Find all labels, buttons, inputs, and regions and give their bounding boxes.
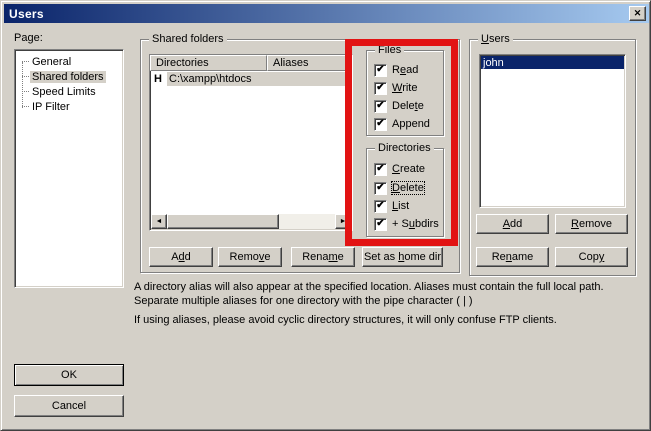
directory-row[interactable]: H C:\xampp\htdocs <box>150 71 352 86</box>
users-add-button[interactable]: Add <box>476 214 549 234</box>
check-icon: ✔ <box>376 183 384 193</box>
page-item-ip-filter[interactable]: IP Filter <box>15 99 123 114</box>
page-item-shared-folders[interactable]: Shared folders <box>15 69 123 84</box>
check-icon: ✔ <box>376 164 384 174</box>
check-icon: ✔ <box>376 83 384 93</box>
checkbox-box: ✔ <box>374 118 387 131</box>
home-directory-marker: H <box>154 73 167 85</box>
check-icon: ✔ <box>376 219 384 229</box>
user-row-john[interactable]: john <box>481 56 624 69</box>
check-icon: ✔ <box>376 65 384 75</box>
tree-stub <box>22 61 29 62</box>
directories-list-header: Directories Aliases <box>150 55 352 71</box>
window-title: Users <box>9 7 44 21</box>
checkbox-files-write[interactable]: ✔ Write <box>374 81 417 95</box>
checkbox-files-read[interactable]: ✔ Read <box>374 63 418 77</box>
shared-add-button[interactable]: Add <box>149 247 213 267</box>
alias-note-2: If using aliases, please avoid cyclic di… <box>134 313 639 327</box>
close-button[interactable]: ✕ <box>629 6 646 21</box>
scroll-right-button[interactable]: ► <box>335 214 351 229</box>
alias-note-1: A directory alias will also appear at th… <box>134 280 639 308</box>
files-permissions-group: Files ✔ Read ✔ Write ✔ Delete ✔ Append <box>366 50 444 136</box>
users-rename-button[interactable]: Rename <box>476 247 549 267</box>
checkbox-box: ✔ <box>374 182 387 195</box>
close-icon: ✕ <box>634 9 642 18</box>
set-as-home-dir-button[interactable]: Set as home dir <box>362 247 443 267</box>
check-icon: ✔ <box>376 201 384 211</box>
check-icon: ✔ <box>376 119 384 129</box>
users-remove-button[interactable]: Remove <box>555 214 628 234</box>
users-dialog: Users ✕ Page: General Shared folders Spe… <box>0 0 651 431</box>
page-label: Page: <box>14 32 43 44</box>
directories-group-label: Directories <box>375 142 434 154</box>
checkbox-box: ✔ <box>374 100 387 113</box>
column-header-directories[interactable]: Directories <box>150 55 267 71</box>
page-item-speed-limits[interactable]: Speed Limits <box>15 84 123 99</box>
scrollbar-thumb[interactable] <box>167 214 279 229</box>
tree-stub <box>22 76 29 77</box>
users-list[interactable]: john <box>479 54 626 208</box>
page-list: General Shared folders Speed Limits IP F… <box>14 49 124 288</box>
users-group-label: Users <box>478 33 513 45</box>
shared-folders-group-label: Shared folders <box>149 33 227 45</box>
directory-path: C:\xampp\htdocs <box>167 72 350 86</box>
column-header-aliases[interactable]: Aliases <box>267 55 352 71</box>
checkbox-box: ✔ <box>374 64 387 77</box>
horizontal-scrollbar[interactable]: ◄ ► <box>151 214 351 229</box>
tree-stub <box>22 106 29 107</box>
scroll-right-icon: ► <box>340 218 347 225</box>
checkbox-box: ✔ <box>374 218 387 231</box>
directories-permissions-group: Directories ✔ Create ✔ Delete ✔ List ✔ +… <box>366 148 444 237</box>
scroll-left-button[interactable]: ◄ <box>151 214 167 229</box>
title-bar[interactable]: Users ✕ <box>4 4 649 23</box>
directories-list[interactable]: Directories Aliases H C:\xampp\htdocs ◄ … <box>149 54 353 231</box>
scroll-left-icon: ◄ <box>156 218 163 225</box>
users-copy-button[interactable]: Copy <box>555 247 628 267</box>
cancel-button[interactable]: Cancel <box>14 395 124 417</box>
checkbox-dirs-list[interactable]: ✔ List <box>374 199 409 213</box>
checkbox-dirs-delete[interactable]: ✔ Delete <box>374 181 424 195</box>
checkbox-box: ✔ <box>374 163 387 176</box>
checkbox-dirs-create[interactable]: ✔ Create <box>374 162 425 176</box>
checkbox-files-delete[interactable]: ✔ Delete <box>374 99 424 113</box>
files-group-label: Files <box>375 44 404 56</box>
checkbox-dirs-subdirs[interactable]: ✔ + Subdirs <box>374 217 439 231</box>
tree-stub <box>22 91 29 92</box>
scrollbar-track[interactable] <box>167 214 335 229</box>
check-icon: ✔ <box>376 101 384 111</box>
ok-button[interactable]: OK <box>14 364 124 386</box>
page-item-general[interactable]: General <box>15 54 123 69</box>
checkbox-files-append[interactable]: ✔ Append <box>374 117 430 131</box>
alias-notes: A directory alias will also appear at th… <box>134 280 639 327</box>
shared-remove-button[interactable]: Remove <box>218 247 282 267</box>
checkbox-box: ✔ <box>374 82 387 95</box>
shared-rename-button[interactable]: Rename <box>291 247 355 267</box>
checkbox-box: ✔ <box>374 200 387 213</box>
